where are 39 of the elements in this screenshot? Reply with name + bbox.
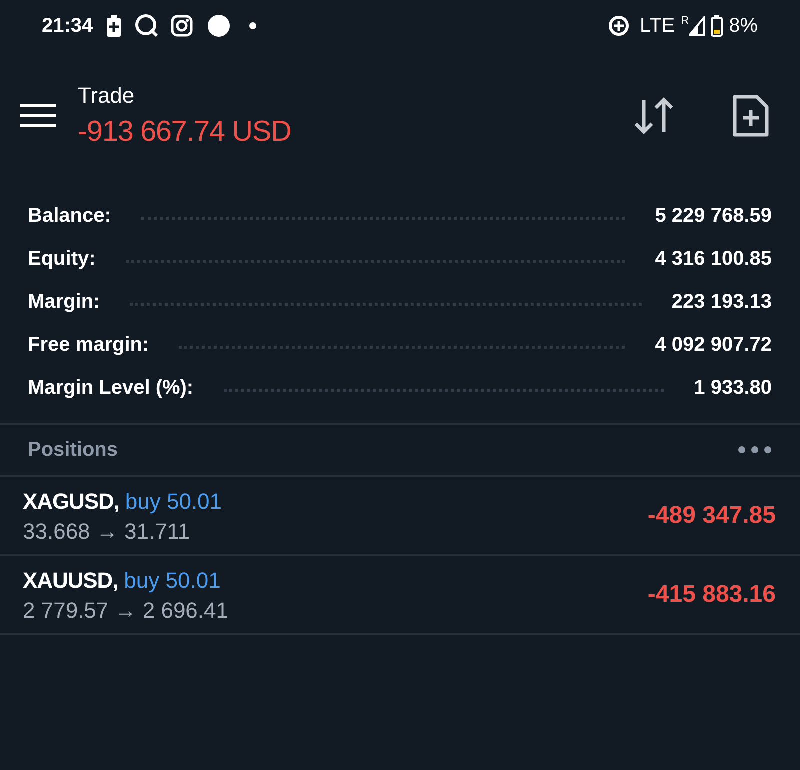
position-row[interactable]: XAGUSD, buy 50.01 33.668 → 31.711 -489 347.85	[0, 477, 800, 556]
position-prices: 2 779.57 → 2 696.41	[23, 597, 228, 625]
position-prices: 33.668 → 31.711	[23, 518, 192, 546]
data-saver-icon	[608, 15, 630, 37]
summary-label: Margin Level (%):	[28, 376, 194, 400]
summary-label: Free margin:	[28, 332, 150, 358]
total-profit: -913 667.74 USD	[78, 114, 292, 150]
summary-value: 1 933.80	[694, 376, 772, 400]
screen-title: Trade	[78, 82, 136, 110]
camera-app-icon	[171, 15, 194, 37]
summary-value: 223 193.13	[672, 290, 772, 314]
position-side: buy 50.01	[125, 488, 222, 516]
battery-low-icon	[711, 15, 724, 37]
battery-percent: 8%	[729, 14, 758, 39]
search-circle-icon	[135, 14, 160, 38]
menu-icon[interactable]	[20, 103, 56, 129]
status-time: 21:34	[42, 14, 94, 39]
summary-label: Equity:	[28, 246, 96, 272]
new-document-icon[interactable]	[732, 94, 770, 138]
summary-label: Balance:	[28, 204, 112, 228]
summary-value: 4 092 907.72	[655, 332, 772, 358]
dot-icon	[249, 22, 258, 30]
summary-value: 5 229 768.59	[655, 204, 772, 228]
summary-value: 4 316 100.85	[655, 246, 772, 272]
more-icon[interactable]	[738, 446, 772, 454]
position-profit: -415 883.16	[648, 580, 776, 610]
sort-arrows-icon[interactable]	[632, 96, 676, 136]
summary-label: Margin:	[28, 290, 100, 314]
circle-icon	[207, 14, 232, 38]
position-symbol: XAUUSD,	[23, 567, 118, 596]
position-side: buy 50.01	[124, 567, 221, 596]
position-symbol: XAGUSD,	[23, 488, 120, 516]
section-title: Positions	[28, 438, 118, 463]
roaming-indicator: R	[681, 16, 690, 27]
signal-icon	[689, 16, 706, 36]
position-row[interactable]: XAUUSD, buy 50.01 2 779.57 → 2 696.41 -415 883.16	[0, 556, 800, 635]
network-type: LTE	[640, 14, 676, 39]
battery-charging-icon	[107, 15, 122, 37]
position-profit: -489 347.85	[648, 500, 776, 530]
